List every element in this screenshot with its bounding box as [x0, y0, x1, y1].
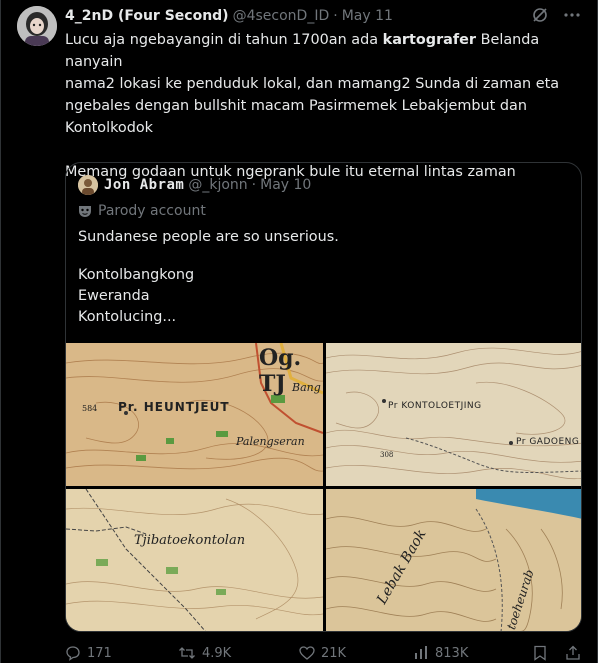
map-label: Pr GADOENG [516, 437, 580, 447]
quote-avatar[interactable] [78, 175, 98, 195]
quote-header: Jon Abram @_kjonn · May 10 [78, 175, 311, 195]
map-label: 308 [380, 451, 394, 459]
action-bar: 171 4.9K 21K 813K [65, 643, 585, 663]
map-image-1[interactable]: Og. TJ Bang 584 Pr. HEUNTJEUT Palengsera… [66, 343, 323, 486]
map-image-grid[interactable]: Og. TJ Bang 584 Pr. HEUNTJEUT Palengsera… [66, 343, 581, 631]
map-label: Pr KONTOLOETJING [388, 401, 482, 411]
map-image-4[interactable]: Lebak Baok toeheurab [326, 489, 581, 631]
avatar-image [17, 6, 57, 46]
parody-badge: Parody account [78, 203, 206, 219]
separator-dot: · [251, 177, 257, 193]
views-count: 813K [435, 645, 469, 661]
share-button[interactable] [565, 645, 581, 661]
separator-dot: · [333, 8, 338, 24]
quote-text-line: Eweranda [78, 288, 150, 304]
more-options-icon[interactable] [563, 6, 581, 24]
avatar[interactable] [17, 6, 57, 46]
map-illustration [66, 489, 323, 631]
like-button[interactable]: 21K [299, 645, 346, 661]
grok-icon[interactable] [531, 6, 549, 24]
reply-icon [66, 646, 80, 661]
reply-button[interactable]: 171 [65, 645, 112, 661]
reply-count: 171 [87, 645, 112, 661]
display-name[interactable]: 4_2nD (Four Second) [65, 8, 229, 24]
map-label: Bang [292, 381, 321, 394]
repost-icon [179, 647, 195, 659]
post-date[interactable]: May 11 [342, 8, 393, 24]
map-label: Palengseran [236, 435, 305, 448]
tweet-text-line: Kontolkodok [65, 120, 153, 136]
heart-icon [299, 646, 315, 660]
tweet-text-line: nama2 lokasi ke penduduk lokal, dan mama… [65, 76, 560, 92]
views-icon [415, 646, 427, 659]
like-count: 21K [321, 645, 347, 661]
repost-button[interactable]: 4.9K [178, 645, 231, 661]
map-label: Pr. HEUNTJEUT [118, 400, 230, 414]
quote-text-line: Sundanese people are so unserious. [78, 229, 339, 245]
quote-date: May 10 [260, 177, 312, 193]
bookmark-button[interactable] [533, 645, 547, 661]
quote-text-line: Kontolucing... [78, 309, 177, 325]
share-icon [566, 645, 580, 660]
quote-text-line: Kontolbangkong [78, 267, 195, 283]
parody-label: Parody account [98, 203, 206, 219]
map-image-2[interactable]: Pr KONTOLOETJING Pr GADOENG 308 [326, 343, 581, 486]
tweet-text-line: Lucu aja ngebayangin di tahun 1700an ada… [65, 29, 585, 73]
map-label: 584 [82, 404, 98, 413]
user-handle[interactable]: @4seconD_ID [233, 8, 330, 24]
tweet-header: 4_2nD (Four Second) @4seconD_ID · May 11 [65, 6, 581, 26]
map-label: Tjibatoekontolan [134, 533, 246, 548]
mask-icon [79, 206, 91, 217]
quoted-tweet[interactable]: Jon Abram @_kjonn · May 10 Parody accoun… [65, 162, 582, 632]
text-segment: Lucu aja ngebayangin di tahun 1700an ada [65, 32, 383, 48]
tweet-text: Lucu aja ngebayangin di tahun 1700an ada… [65, 29, 585, 183]
map-image-3[interactable]: Tjibatoekontolan [66, 489, 323, 631]
quote-display-name[interactable]: Jon Abram [104, 177, 184, 193]
repost-count: 4.9K [202, 645, 232, 661]
map-illustration [326, 343, 581, 486]
quote-handle[interactable]: @_kjonn [188, 177, 247, 193]
bold-word: kartografer [382, 32, 477, 48]
tweet-text-line: ngebales dengan bullshit macam Pasirmeme… [65, 98, 527, 114]
views-button[interactable]: 813K [413, 645, 468, 661]
bookmark-icon [534, 645, 546, 661]
map-illustration [326, 489, 581, 631]
quote-text: Sundanese people are so unserious. Konto… [78, 227, 568, 328]
tweet: 4_2nD (Four Second) @4seconD_ID · May 11… [0, 0, 598, 663]
